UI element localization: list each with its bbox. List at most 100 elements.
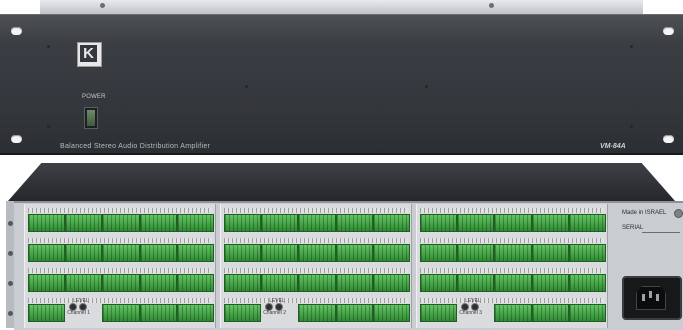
terminal-block-connector[interactable] — [65, 274, 103, 292]
terminal-module: LEVEL Channel 2 — [220, 204, 412, 328]
terminal-module: LEVEL Channel 3 — [416, 204, 608, 328]
serial-underline — [642, 232, 680, 233]
terminal-block-connector[interactable] — [568, 244, 606, 262]
terminal-block-connector[interactable] — [420, 244, 458, 262]
terminal-block-connector[interactable] — [139, 274, 177, 292]
terminal-block-connector[interactable] — [65, 244, 103, 262]
terminal-block-connector[interactable] — [420, 304, 458, 322]
serial-label: SERIAL — [622, 225, 644, 231]
terminal-block-connector[interactable] — [65, 214, 103, 232]
terminal-row — [224, 268, 410, 292]
terminal-block-connector[interactable] — [139, 214, 177, 232]
screw-icon — [8, 221, 13, 226]
brand-logo: K — [77, 42, 102, 67]
terminal-label-strip — [28, 268, 212, 273]
level-controls: LEVEL Channel 2 — [261, 298, 296, 326]
channel-label: Channel 3 — [459, 310, 482, 316]
screw-icon — [630, 125, 633, 128]
front-panel: K POWER Balanced Stereo Audio Distributi… — [0, 14, 683, 155]
terminal-block-connector[interactable] — [28, 274, 66, 292]
terminal-block-connector[interactable] — [102, 244, 140, 262]
terminal-block-connector[interactable] — [494, 304, 532, 322]
channel-label: Channel 1 — [67, 310, 90, 316]
terminal-block-connector[interactable] — [494, 274, 532, 292]
terminal-block-connector[interactable] — [335, 274, 373, 292]
screw-icon — [47, 125, 50, 128]
iec-socket-icon — [636, 286, 666, 310]
terminal-block-connector[interactable] — [457, 274, 495, 292]
terminal-label-strip — [420, 298, 604, 303]
terminal-block-connector[interactable] — [28, 304, 66, 322]
screw-icon — [425, 85, 428, 88]
terminal-label-strip — [420, 268, 604, 273]
terminal-block-connector[interactable] — [261, 214, 299, 232]
terminal-block-connector[interactable] — [568, 214, 606, 232]
power-rocker-icon — [87, 110, 95, 126]
power-switch[interactable] — [84, 107, 98, 129]
terminal-block-connector[interactable] — [298, 214, 336, 232]
terminal-block-connector[interactable] — [568, 304, 606, 322]
terminal-block-connector[interactable] — [298, 304, 336, 322]
terminal-block-connector[interactable] — [457, 214, 495, 232]
screw-icon — [489, 3, 494, 8]
socket-pin-icon — [656, 294, 659, 301]
terminal-row — [420, 208, 606, 232]
terminal-row: LEVEL Channel 2 — [224, 298, 410, 322]
terminal-block-connector[interactable] — [28, 244, 66, 262]
rack-mount-hole-icon — [663, 135, 674, 143]
screw-icon — [26, 171, 30, 175]
terminal-block-connector[interactable] — [102, 214, 140, 232]
terminal-block-connector[interactable] — [335, 244, 373, 262]
terminal-label-strip — [420, 238, 604, 243]
logo-letter: K — [80, 45, 97, 62]
terminal-label-strip — [224, 238, 408, 243]
power-inlet[interactable] — [622, 276, 682, 320]
terminal-block-connector[interactable] — [102, 304, 140, 322]
terminal-block-connector[interactable] — [261, 274, 299, 292]
channel-label: Channel 2 — [263, 310, 286, 316]
power-label: POWER — [82, 94, 106, 100]
terminal-block-connector[interactable] — [176, 274, 214, 292]
terminal-block-connector[interactable] — [176, 244, 214, 262]
terminal-block-connector[interactable] — [176, 214, 214, 232]
rack-mount-hole-icon — [11, 135, 22, 143]
terminal-block-connector[interactable] — [494, 244, 532, 262]
terminal-row — [28, 208, 214, 232]
terminal-block-connector[interactable] — [372, 244, 410, 262]
terminal-block-connector[interactable] — [224, 214, 262, 232]
terminal-block-connector[interactable] — [420, 274, 458, 292]
terminal-row — [420, 268, 606, 292]
terminal-block-connector[interactable] — [372, 214, 410, 232]
terminal-block-connector[interactable] — [531, 214, 569, 232]
made-in-label: Made in ISRAEL — [622, 210, 667, 216]
terminal-block-connector[interactable] — [102, 274, 140, 292]
screw-icon — [653, 171, 657, 175]
terminal-block-connector[interactable] — [298, 274, 336, 292]
terminal-block-connector[interactable] — [335, 304, 373, 322]
terminal-block-connector[interactable] — [261, 244, 299, 262]
terminal-block-connector[interactable] — [531, 304, 569, 322]
terminal-block-connector[interactable] — [298, 244, 336, 262]
terminal-block-connector[interactable] — [28, 214, 66, 232]
terminal-block-connector[interactable] — [372, 274, 410, 292]
front-chassis-top — [40, 0, 643, 15]
terminal-block-connector[interactable] — [139, 304, 177, 322]
screw-icon — [245, 85, 248, 88]
terminal-block-connector[interactable] — [457, 244, 495, 262]
terminal-row — [28, 238, 214, 262]
terminal-block-connector[interactable] — [224, 274, 262, 292]
terminal-block-connector[interactable] — [139, 244, 177, 262]
terminal-block-connector[interactable] — [372, 304, 410, 322]
terminal-block-connector[interactable] — [224, 244, 262, 262]
terminal-block-connector[interactable] — [568, 274, 606, 292]
socket-pin-icon — [642, 294, 645, 301]
terminal-block-connector[interactable] — [420, 214, 458, 232]
terminal-block-connector[interactable] — [531, 244, 569, 262]
terminal-row: LEVEL Channel 3 — [420, 298, 606, 322]
screw-icon — [47, 45, 50, 48]
terminal-block-connector[interactable] — [224, 304, 262, 322]
terminal-block-connector[interactable] — [531, 274, 569, 292]
terminal-block-connector[interactable] — [494, 214, 532, 232]
terminal-block-connector[interactable] — [176, 304, 214, 322]
terminal-block-connector[interactable] — [335, 214, 373, 232]
